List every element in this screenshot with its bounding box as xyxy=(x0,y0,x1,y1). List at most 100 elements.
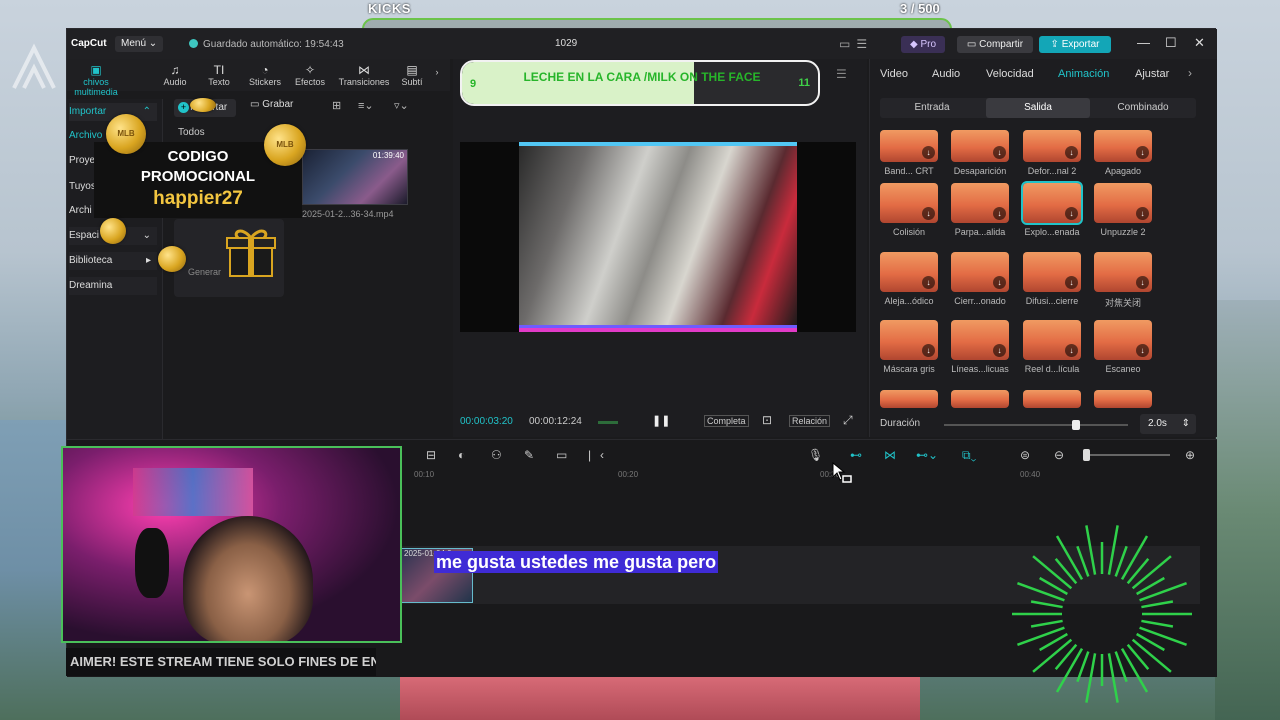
effect-item[interactable]: ↓ Desaparición xyxy=(951,130,1009,176)
download-icon[interactable]: ↓ xyxy=(922,344,935,357)
caption-icon[interactable]: ⊜ xyxy=(1020,448,1030,462)
effect-item[interactable]: ↓ Explo...enada xyxy=(1021,181,1083,237)
duration-input[interactable]: 2.0s ⇕ xyxy=(1140,414,1196,434)
microphone-icon[interactable]: 🎙 xyxy=(808,448,823,462)
tool-stickers[interactable]: ◔ Stickers xyxy=(245,63,285,87)
download-icon[interactable]: ↓ xyxy=(1065,276,1078,289)
preview-axis-icon[interactable]: ⧉⌄ xyxy=(962,448,976,463)
download-icon[interactable]: ↓ xyxy=(1136,146,1149,159)
reverse-icon[interactable]: ◐ xyxy=(458,448,465,462)
effect-item[interactable]: ↓ Escaneo xyxy=(1094,320,1152,374)
zoom-slider[interactable] xyxy=(1088,454,1170,456)
tabs-next-icon[interactable]: › xyxy=(1188,66,1192,80)
tab-adjust[interactable]: Ajustar xyxy=(1135,68,1169,80)
tool-media[interactable]: ▣ chivos multimedia xyxy=(69,63,123,97)
effect-item[interactable] xyxy=(880,390,938,408)
effect-item[interactable]: ↓ Líneas...licuas xyxy=(951,320,1009,374)
download-icon[interactable]: ↓ xyxy=(1065,207,1078,220)
media-clip-thumbnail[interactable]: 01:39:40 xyxy=(302,149,408,205)
effect-item[interactable]: ↓ Unpuzzle 2 xyxy=(1094,183,1152,237)
snapshot-icon[interactable]: ⊡ xyxy=(762,413,772,427)
split-icon[interactable]: | xyxy=(588,448,591,462)
close-icon[interactable]: ✕ xyxy=(1194,35,1205,51)
tab-speed[interactable]: Velocidad xyxy=(986,68,1034,80)
tool-transitions[interactable]: ⋈ Transiciones xyxy=(335,63,393,87)
maximize-icon[interactable]: ☐ xyxy=(1165,35,1177,51)
people-icon[interactable]: ⚇ xyxy=(491,448,502,462)
record-button[interactable]: ▭ Grabar xyxy=(250,99,293,110)
download-icon[interactable]: ↓ xyxy=(993,207,1006,220)
collapse-icon[interactable]: ‹ xyxy=(600,448,604,462)
link-main-icon[interactable]: ⊷ xyxy=(850,448,862,462)
subtab-in[interactable]: Entrada xyxy=(880,98,984,118)
tool-effects[interactable]: ✧ Efectos xyxy=(291,63,329,87)
effect-item[interactable] xyxy=(1023,390,1081,408)
effect-item[interactable]: ↓ Defor...nal 2 xyxy=(1023,130,1081,176)
coin-icon xyxy=(190,98,216,112)
download-icon[interactable]: ↓ xyxy=(922,146,935,159)
download-icon[interactable]: ↓ xyxy=(1136,207,1149,220)
menu-button[interactable]: Menú ⌄ xyxy=(115,36,164,52)
effect-item[interactable]: ↓ Colisión xyxy=(880,183,938,237)
effect-item[interactable]: ↓ 对焦关闭 xyxy=(1094,252,1152,309)
effect-item[interactable] xyxy=(1094,390,1152,408)
pro-button[interactable]: ◆ Pro xyxy=(901,36,945,53)
download-icon[interactable]: ↓ xyxy=(1065,344,1078,357)
effect-thumbnail xyxy=(880,390,938,408)
effect-item[interactable]: ↓ Band... CRT xyxy=(880,130,938,176)
sort-icon[interactable]: ≡⌄ xyxy=(358,99,374,112)
preview-menu-icon[interactable]: ☰ xyxy=(836,67,847,81)
effect-item[interactable] xyxy=(951,390,1009,408)
fullscreen-icon[interactable]: ⤢ xyxy=(843,413,853,428)
full-quality-button[interactable]: Completa xyxy=(704,415,749,427)
tab-video[interactable]: Video xyxy=(880,68,908,80)
subtab-combo[interactable]: Combinado xyxy=(1091,98,1195,118)
magic-wand-icon[interactable]: ✎ xyxy=(524,448,534,462)
ratio-button[interactable]: Relación xyxy=(789,415,831,427)
tool-subtitles[interactable]: ▤ Subtí xyxy=(397,63,427,87)
effect-item[interactable]: ↓ Reel d...lícula xyxy=(1023,320,1081,374)
effect-item[interactable]: ↓ Parpa...alida xyxy=(951,183,1009,237)
tool-text[interactable]: TI Texto xyxy=(203,63,235,87)
download-icon[interactable]: ↓ xyxy=(1136,344,1149,357)
effect-item[interactable]: ↓ Apagado xyxy=(1094,130,1152,176)
subtab-out[interactable]: Salida xyxy=(986,98,1090,118)
tool-audio[interactable]: ♫ Audio xyxy=(159,63,191,87)
effect-item[interactable]: ↓ Cierr...onado xyxy=(951,252,1009,306)
download-icon[interactable]: ↓ xyxy=(1136,276,1149,289)
pause-icon[interactable]: ❚❚ xyxy=(652,414,670,427)
zoom-in-icon[interactable]: ⊕ xyxy=(1185,448,1195,462)
download-icon[interactable]: ↓ xyxy=(922,207,935,220)
link-clips-icon[interactable]: ⊷⌄ xyxy=(916,448,938,462)
effect-item[interactable]: ↓ Aleja...ódico xyxy=(880,252,938,306)
download-icon[interactable]: ↓ xyxy=(922,276,935,289)
all-filter-label[interactable]: Todos xyxy=(178,127,205,138)
download-icon[interactable]: ↓ xyxy=(993,146,1006,159)
share-button[interactable]: ▭ Compartir xyxy=(957,36,1033,53)
freeze-icon[interactable]: ⊟ xyxy=(426,448,436,462)
tab-animation[interactable]: Animación xyxy=(1058,68,1109,80)
project-name[interactable]: 1029 xyxy=(555,38,577,49)
hd-icon[interactable]: ▭ xyxy=(556,448,567,462)
toolbar-next-icon[interactable]: › xyxy=(431,67,443,77)
magnet-icon[interactable]: ⋈ xyxy=(884,448,896,462)
sidebar-item-library[interactable]: Biblioteca ▸ xyxy=(69,252,157,270)
zoom-slider-handle[interactable] xyxy=(1083,449,1090,461)
duration-slider[interactable] xyxy=(944,424,1128,426)
download-icon[interactable]: ↓ xyxy=(1065,146,1078,159)
download-icon[interactable]: ↓ xyxy=(993,344,1006,357)
export-button[interactable]: ⇪ Exportar xyxy=(1039,36,1111,53)
zoom-out-icon[interactable]: ⊖ xyxy=(1054,448,1064,462)
effect-item[interactable]: ↓ Máscara gris xyxy=(880,320,938,374)
filter-icon[interactable]: ▿⌄ xyxy=(394,99,409,112)
effect-item[interactable]: ↓ Difusi...cierre xyxy=(1023,252,1081,306)
grid-view-icon[interactable]: ⊞ xyxy=(332,99,341,112)
audio-icon: ♫ xyxy=(170,63,180,77)
duration-slider-handle[interactable] xyxy=(1072,420,1081,430)
sunburst-ray xyxy=(1055,535,1084,580)
tab-audio[interactable]: Audio xyxy=(932,68,960,80)
download-icon[interactable]: ↓ xyxy=(993,276,1006,289)
minimize-icon[interactable]: — xyxy=(1137,35,1150,50)
layout-icon[interactable]: ▭☰ xyxy=(839,37,873,51)
sidebar-item-dreamina[interactable]: Dreamina xyxy=(69,277,157,295)
